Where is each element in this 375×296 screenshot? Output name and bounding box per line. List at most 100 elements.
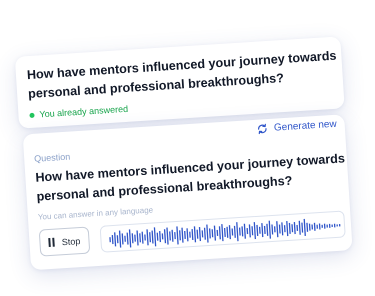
waveform-bar — [109, 237, 111, 243]
waveform-bar — [198, 227, 202, 242]
waveform-bar — [179, 230, 181, 241]
stop-label: Stop — [61, 235, 81, 247]
waveform-bar — [153, 227, 157, 247]
waveform-bar — [134, 234, 136, 242]
waveform-bar — [256, 224, 259, 236]
waveform-bar — [161, 233, 164, 240]
waveform-bar — [288, 222, 291, 234]
waveform-bar — [174, 232, 176, 240]
waveform-bar — [146, 229, 149, 246]
waveform-bar — [191, 228, 194, 241]
audio-waveform — [99, 210, 346, 253]
waveform-bar — [271, 224, 274, 235]
waveform-bar — [236, 222, 239, 242]
waveform-bar — [261, 223, 264, 238]
tilted-cards: How have mentors influenced your journey… — [0, 0, 375, 296]
waveform-bar — [124, 235, 126, 242]
waveform-bar — [228, 225, 231, 240]
waveform-bar — [281, 222, 284, 236]
waveform-bar — [296, 224, 299, 231]
waveform-bar — [286, 221, 289, 237]
waveform-bar — [159, 231, 162, 243]
waveform-bar — [243, 223, 246, 239]
answered-status-label: You already answered — [39, 103, 129, 120]
waveform-bar — [291, 224, 294, 233]
waveform-graphic — [109, 218, 341, 248]
waveform-bar — [323, 223, 326, 229]
waveform-bar — [338, 224, 341, 227]
waveform-bar — [144, 234, 146, 241]
answered-question-card[interactable]: How have mentors influenced your journey… — [14, 36, 345, 129]
waveform-bar — [203, 227, 206, 240]
waveform-bar — [139, 233, 141, 243]
waveform-bar — [326, 224, 328, 228]
status-dot-icon — [29, 112, 35, 118]
waveform-bar — [258, 226, 261, 234]
waveform-bar — [208, 228, 211, 239]
waveform-bar — [331, 224, 333, 227]
waveform-bar — [293, 222, 296, 235]
waveform-bar — [231, 228, 234, 236]
waveform-bar — [156, 232, 159, 241]
generate-new-button[interactable]: Generate new — [257, 119, 337, 135]
answered-status: You already answered — [29, 104, 128, 120]
waveform-bar — [193, 226, 197, 243]
generate-new-label: Generate new — [273, 118, 338, 134]
waveform-bar — [206, 224, 209, 243]
waveform-bar — [151, 230, 154, 244]
waveform-bar — [303, 218, 306, 236]
question-card: Generate new Question How have mentors i… — [22, 114, 353, 271]
waveform-bar — [316, 224, 318, 229]
waveform-bar — [176, 226, 179, 245]
waveform-bar — [111, 235, 114, 245]
language-hint: You can answer in any language — [37, 205, 154, 222]
waveform-bar — [171, 229, 174, 242]
waveform-bar — [233, 225, 236, 238]
waveform-bar — [276, 221, 279, 238]
waveform-bar — [321, 224, 323, 228]
waveform-bar — [141, 231, 144, 244]
waveform-bar — [196, 229, 199, 239]
waveform-bar — [301, 222, 304, 233]
waveform-bar — [241, 226, 244, 237]
waveform-bar — [189, 231, 191, 238]
waveform-bar — [313, 222, 316, 231]
stop-recording-button[interactable]: Stop — [38, 226, 91, 257]
waveform-bar — [116, 235, 119, 244]
waveform-bar — [218, 226, 221, 240]
waveform-bar — [248, 224, 251, 238]
waveform-bar — [213, 225, 217, 241]
question-section-label: Question — [33, 151, 71, 164]
waveform-bar — [149, 232, 152, 243]
waveform-bar — [181, 227, 184, 243]
screen: How have mentors influenced your journey… — [0, 0, 375, 296]
waveform-bar — [121, 233, 124, 245]
waveform-bar — [126, 232, 129, 245]
waveform-bar — [283, 225, 286, 233]
answered-question-text: How have mentors influenced your journey… — [26, 48, 337, 102]
waveform-bar — [114, 232, 117, 247]
waveform-bar — [216, 229, 219, 236]
waveform-bar — [251, 226, 254, 236]
waveform-bar — [131, 233, 134, 244]
refresh-icon — [258, 123, 267, 135]
waveform-bar — [318, 223, 321, 230]
waveform-bar — [273, 226, 276, 233]
waveform-bar — [201, 230, 204, 238]
waveform-bar — [328, 223, 331, 228]
waveform-bar — [298, 220, 301, 235]
waveform-bar — [336, 224, 338, 227]
waveform-bar — [186, 228, 189, 242]
waveform-bar — [184, 230, 186, 240]
waveform-bar — [306, 222, 309, 232]
waveform-bar — [263, 225, 266, 234]
waveform-bar — [128, 229, 132, 248]
waveform-bar — [246, 228, 249, 235]
waveform-bar — [268, 220, 272, 239]
question-text: How have mentors influenced your journey… — [34, 151, 346, 204]
waveform-bar — [311, 224, 314, 230]
waveform-bar — [118, 230, 122, 248]
waveform-bar — [136, 230, 139, 246]
waveform-bar — [166, 227, 169, 245]
waveform-bar — [211, 229, 214, 238]
